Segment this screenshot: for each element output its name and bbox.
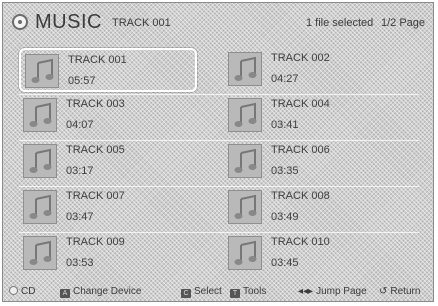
music-note-icon — [228, 98, 262, 132]
track-name: TRACK 008 — [271, 190, 330, 202]
music-note-icon — [228, 236, 262, 270]
selection-status: 1 file selected — [306, 17, 374, 29]
jump-page-label: Jump Page — [316, 286, 367, 297]
select-label: Select — [194, 286, 222, 297]
track-tile[interactable]: TRACK 005 03:17 — [19, 140, 197, 184]
music-note-icon — [228, 144, 262, 178]
track-name: TRACK 010 — [271, 236, 330, 248]
current-track-title: TRACK 001 — [112, 17, 171, 29]
track-duration: 03:53 — [66, 257, 94, 269]
track-name: TRACK 005 — [66, 144, 125, 156]
footer-jump-page[interactable]: ◂◂▸ Jump Page — [298, 286, 367, 297]
track-duration: 03:17 — [66, 165, 94, 177]
track-tile[interactable]: TRACK 001 05:57 — [19, 48, 197, 92]
music-note-icon — [23, 236, 57, 270]
track-duration: 03:49 — [271, 211, 299, 223]
cd-icon — [9, 286, 18, 295]
track-duration: 03:35 — [271, 165, 299, 177]
track-tile[interactable]: TRACK 008 03:49 — [224, 186, 402, 230]
track-duration: 03:47 — [66, 211, 94, 223]
track-tile[interactable]: TRACK 010 03:45 — [224, 232, 402, 276]
music-note-icon — [228, 52, 262, 86]
tools-label: Tools — [243, 286, 267, 297]
footer-help-bar: CD A Change Device C Select T Tools ◂◂▸ Jump… — [3, 283, 433, 301]
track-name: TRACK 006 — [271, 144, 330, 156]
music-note-icon — [23, 190, 57, 224]
track-name: TRACK 004 — [271, 98, 330, 110]
return-icon: ↺ — [379, 286, 388, 297]
return-label: Return — [390, 286, 421, 297]
track-tile[interactable]: TRACK 007 03:47 — [19, 186, 197, 230]
music-app-icon — [12, 14, 28, 30]
track-name: TRACK 001 — [68, 54, 127, 66]
music-browser-screen: MUSIC TRACK 001 1 file selected 1/2 Page… — [2, 2, 434, 302]
track-name: TRACK 002 — [271, 52, 330, 64]
footer-tools[interactable]: T Tools — [230, 286, 266, 298]
jump-page-arrows-icon: ◂◂▸ — [298, 286, 314, 297]
music-note-icon — [23, 98, 57, 132]
track-tile[interactable]: TRACK 003 04:07 — [19, 94, 197, 138]
track-duration: 03:45 — [271, 257, 299, 269]
track-tile[interactable]: TRACK 009 03:53 — [19, 232, 197, 276]
track-name: TRACK 009 — [66, 236, 125, 248]
track-tile[interactable]: TRACK 002 04:27 — [224, 48, 402, 92]
footer-select[interactable]: C Select — [181, 286, 222, 298]
music-note-icon — [228, 190, 262, 224]
footer-return[interactable]: ↺ Return — [379, 286, 420, 297]
header: MUSIC TRACK 001 1 file selected 1/2 Page — [3, 3, 433, 45]
music-note-icon — [25, 54, 59, 88]
track-name: TRACK 003 — [66, 98, 125, 110]
c-button-icon: C — [181, 289, 191, 298]
track-duration: 04:07 — [66, 119, 94, 131]
track-name: TRACK 007 — [66, 190, 125, 202]
footer-change-device[interactable]: A Change Device — [60, 286, 141, 298]
change-device-label: Change Device — [73, 286, 142, 297]
cd-label: CD — [21, 286, 36, 297]
music-note-icon — [23, 144, 57, 178]
footer-cd[interactable]: CD — [9, 286, 35, 297]
app-title: MUSIC — [35, 11, 102, 33]
tools-icon: T — [230, 289, 240, 298]
track-duration: 03:41 — [271, 119, 299, 131]
track-tile[interactable]: TRACK 004 03:41 — [224, 94, 402, 138]
track-duration: 05:57 — [68, 75, 96, 87]
track-tile[interactable]: TRACK 006 03:35 — [224, 140, 402, 184]
a-button-icon: A — [60, 289, 70, 298]
page-indicator: 1/2 Page — [381, 17, 426, 29]
track-duration: 04:27 — [271, 73, 299, 85]
